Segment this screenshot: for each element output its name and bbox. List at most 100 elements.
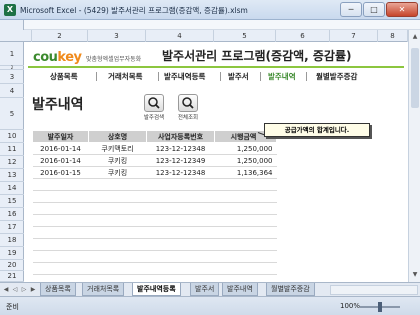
zoom-slider-knob[interactable] (378, 302, 382, 312)
view-all-button[interactable]: 전체조회 (174, 94, 202, 124)
tab-prev-icon[interactable]: ◁ (11, 285, 19, 295)
row-header[interactable]: 17 (0, 221, 24, 234)
tab-products[interactable]: 상품목록 (40, 283, 76, 296)
minimize-button[interactable]: ─ (340, 2, 362, 17)
column-header[interactable]: 7 (330, 30, 378, 42)
horizontal-scrollbar[interactable] (330, 285, 418, 295)
tab-monthly-change[interactable]: 월별발주증감 (266, 283, 315, 296)
row-header[interactable]: 16 (0, 208, 24, 221)
logo-subtitle: 맞춤형엑셀업무자동화 (86, 56, 142, 63)
cell-company[interactable]: 쿠키킹 (88, 154, 147, 167)
tab-next-icon[interactable]: ▷ (20, 285, 28, 295)
cell-amount[interactable]: 1,136,364 (214, 166, 277, 179)
tab-order-register[interactable]: 발주내역등록 (132, 283, 181, 296)
column-header[interactable]: 2 (32, 30, 88, 42)
status-bar: 준비 100% (0, 296, 420, 315)
table-row[interactable] (32, 262, 277, 275)
cell-bizno[interactable]: 123-12-12349 (146, 154, 215, 167)
menu-separator (96, 72, 97, 81)
scroll-up-icon[interactable]: ▲ (410, 32, 420, 42)
cell-amount[interactable]: 1,250,000 (214, 154, 277, 167)
column-header[interactable]: 3 (88, 30, 146, 42)
close-button[interactable]: ✕ (386, 2, 418, 17)
worksheet[interactable]: coukey 맞춤형엑셀업무자동화 발주서관리 프로그램(증감액, 증감률) 상… (24, 42, 408, 282)
row-header[interactable]: 19 (0, 247, 24, 260)
col-header-bizno[interactable]: 사업자등록번호 (146, 130, 215, 143)
menu-item-products[interactable]: 상품목록 (50, 71, 78, 82)
table-row[interactable] (32, 178, 277, 191)
cell-date[interactable]: 2016-01-15 (32, 166, 89, 179)
tab-clients[interactable]: 거래처목록 (82, 283, 125, 296)
table-row[interactable] (32, 190, 277, 203)
maximize-button[interactable]: □ (363, 2, 385, 17)
vertical-scrollbar[interactable]: ▲ ▼ (408, 30, 420, 282)
tab-last-icon[interactable]: ▶ (29, 285, 37, 295)
menu-separator (260, 72, 261, 81)
column-header[interactable] (24, 30, 32, 42)
table-row[interactable] (32, 250, 277, 263)
row-header[interactable]: 13 (0, 169, 24, 182)
table-row[interactable] (32, 202, 277, 215)
row-header[interactable]: 10 (0, 130, 24, 143)
column-header[interactable]: 4 (146, 30, 214, 42)
title-bar: X Microsoft Excel - (5429) 발주서관리 프로그램(증감… (0, 0, 420, 20)
status-ready: 준비 (6, 303, 19, 311)
tab-order-history[interactable]: 발주내역 (222, 283, 258, 296)
table-row[interactable]: 2016-01-15 쿠키킹 123-12-12348 1,136,364 (32, 166, 277, 179)
row-header[interactable]: 14 (0, 182, 24, 195)
order-search-button[interactable]: 발주검색 (140, 94, 168, 124)
table-row[interactable]: 2016-01-14 쿠키킹 123-12-12349 1,250,000 (32, 154, 277, 167)
cell-date[interactable]: 2016-01-14 (32, 142, 89, 155)
col-header-date[interactable]: 발주일자 (32, 130, 89, 143)
row-header[interactable]: 15 (0, 195, 24, 208)
tab-first-icon[interactable]: ◀ (2, 285, 10, 295)
row-header[interactable]: 1 (0, 42, 24, 66)
cell-bizno[interactable]: 123-12-12348 (146, 142, 215, 155)
menu-item-order-register[interactable]: 발주내역등록 (164, 71, 205, 82)
page-title: 발주서관리 프로그램(증감액, 증감률) (162, 49, 352, 63)
menu-item-monthly-change[interactable]: 월별발주증감 (316, 71, 357, 82)
cell-bizno[interactable]: 123-12-12348 (146, 166, 215, 179)
menu-item-order-form[interactable]: 발주서 (228, 71, 249, 82)
cell-company[interactable]: 쿠키킹 (88, 166, 147, 179)
row-header[interactable]: 18 (0, 234, 24, 247)
menu-separator (158, 72, 159, 81)
menu-separator (306, 72, 307, 81)
menu-item-order-history[interactable]: 발주내역 (268, 71, 296, 82)
order-table: 발주일자 상호명 사업자등록번호 시행금액 2016-01-14 쿠키맥토리 1… (32, 130, 277, 275)
scroll-down-icon[interactable]: ▼ (410, 270, 420, 280)
tab-order-form[interactable]: 발주서 (190, 283, 220, 296)
table-row[interactable]: 2016-01-14 쿠키맥토리 123-12-12348 1,250,000 (32, 142, 277, 155)
row-headers: 1 2 3 4 5 10 11 12 13 14 15 16 17 18 19 … (0, 42, 24, 282)
zoom-level[interactable]: 100% (340, 302, 360, 310)
row-header[interactable]: 12 (0, 156, 24, 169)
amount-callout[interactable]: 공급가액의 합계입니다. (264, 123, 370, 137)
section-title: 발주내역 (32, 97, 84, 113)
column-header[interactable]: 8 (378, 30, 408, 42)
row-header[interactable]: 20 (0, 260, 24, 271)
row-header[interactable]: 21 (0, 271, 24, 282)
row-header[interactable]: 5 (0, 98, 24, 130)
sheet-tabs-bar: ◀ ◁ ▷ ▶ 상품목록 거래처목록 발주내역등록 발주서 발주내역 월별발주증… (0, 282, 420, 296)
table-row[interactable] (32, 226, 277, 239)
row-header[interactable]: 4 (0, 84, 24, 98)
excel-icon: X (4, 4, 16, 16)
nav-menu: 상품목록 거래처목록 발주내역등록 발주서 발주내역 월별발주증감 (28, 68, 404, 84)
row-header[interactable]: 11 (0, 143, 24, 156)
magnifier-icon (148, 97, 160, 109)
table-row[interactable] (32, 238, 277, 251)
scroll-thumb[interactable] (411, 48, 419, 108)
table-row[interactable] (32, 214, 277, 227)
view-all-label: 전체조회 (177, 115, 199, 121)
cell-amount[interactable]: 1,250,000 (214, 142, 277, 155)
cell-date[interactable]: 2016-01-14 (32, 154, 89, 167)
col-header-company[interactable]: 상호명 (88, 130, 147, 143)
column-headers: 2 3 4 5 6 7 8 (0, 30, 420, 42)
row-header[interactable]: 3 (0, 70, 24, 84)
column-header[interactable]: 6 (276, 30, 330, 42)
menu-item-clients[interactable]: 거래처목록 (108, 71, 143, 82)
window-title: Microsoft Excel - (5429) 발주서관리 프로그램(증감액,… (20, 6, 248, 15)
column-header[interactable]: 5 (214, 30, 276, 42)
cell-company[interactable]: 쿠키맥토리 (88, 142, 147, 155)
logo: coukey (33, 50, 82, 65)
